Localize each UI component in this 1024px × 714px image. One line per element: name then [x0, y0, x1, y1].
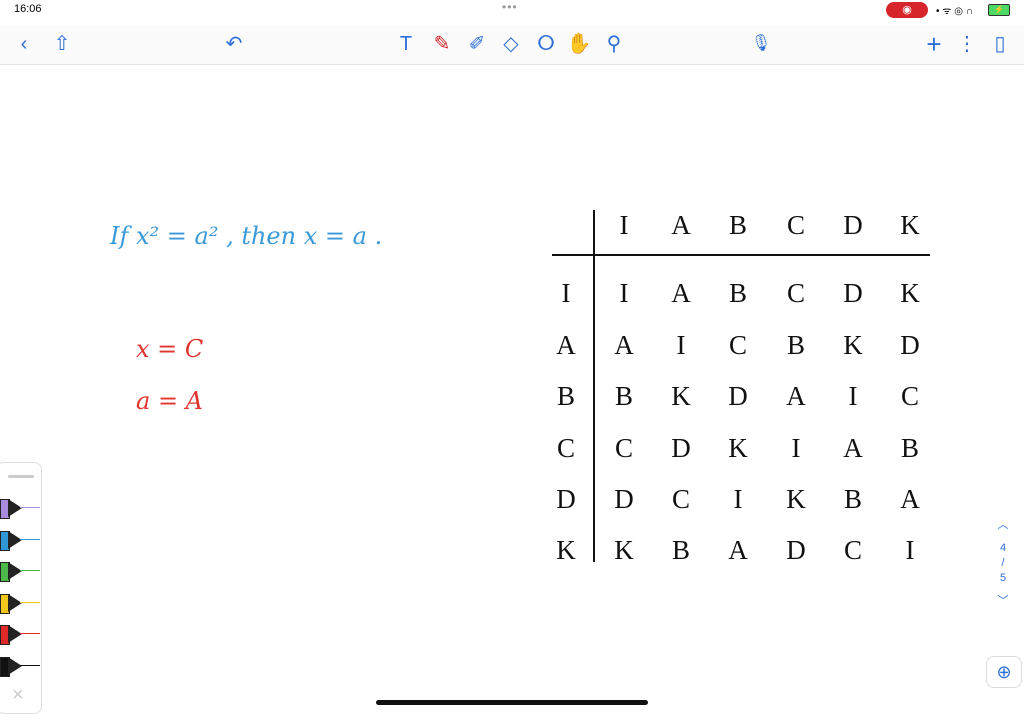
table-cell: A: [900, 484, 920, 514]
zoom-icon[interactable]: ⊕: [986, 656, 1022, 688]
table-cell: B: [671, 535, 690, 565]
page-up-icon[interactable]: ︿: [990, 518, 1016, 533]
page-navigator: ︿ 4 / 5 ﹀: [990, 518, 1016, 609]
pen-tool-icon[interactable]: ✎: [428, 30, 456, 58]
pen-swatch[interactable]: [0, 497, 44, 519]
table-cell: C: [900, 381, 919, 411]
table-cell: A: [728, 535, 748, 565]
clock: 16:06: [14, 3, 42, 15]
table-cell: I: [733, 484, 743, 514]
table-cell: C: [786, 278, 805, 308]
row-header: A: [556, 330, 576, 360]
row-header: D: [556, 484, 576, 514]
row-header: I: [561, 278, 571, 308]
more-icon[interactable]: ⋮: [953, 30, 981, 58]
handwritten-a-equals-a: a = A: [136, 387, 204, 415]
pages-icon[interactable]: ▯: [986, 30, 1014, 58]
table-cell: B: [614, 381, 633, 411]
palette-handle[interactable]: [8, 475, 34, 478]
table-cell: I: [905, 535, 915, 565]
table-cell: A: [614, 330, 634, 360]
table-cell: C: [671, 484, 690, 514]
column-header: D: [843, 210, 863, 240]
table-cell: B: [728, 278, 747, 308]
eraser-icon[interactable]: ◇: [497, 30, 525, 58]
table-cell: D: [843, 278, 863, 308]
table-cell: D: [614, 484, 634, 514]
table-cell: K: [614, 535, 634, 565]
table-cell: K: [671, 381, 691, 411]
column-header: I: [619, 210, 629, 240]
share-icon[interactable]: ⇧: [48, 30, 76, 58]
table-cell: B: [786, 330, 805, 360]
table-cell: D: [900, 330, 920, 360]
multitask-dots[interactable]: •••: [502, 0, 518, 14]
table-cell: D: [786, 535, 806, 565]
home-indicator[interactable]: [376, 700, 648, 705]
table-cell: A: [786, 381, 806, 411]
pen-swatch[interactable]: [0, 560, 44, 582]
table-cell: C: [728, 330, 747, 360]
back-icon[interactable]: ‹: [10, 30, 38, 58]
lasso-icon[interactable]: ⵔ: [532, 30, 560, 58]
system-icons: • ᯤ ◎ ∩: [936, 6, 973, 17]
table-horizontal-line: [552, 254, 930, 256]
total-pages: 5: [999, 572, 1007, 584]
table-cell: K: [728, 433, 748, 463]
microphone-icon[interactable]: 🎙: [747, 30, 775, 58]
pen-swatch[interactable]: [0, 623, 44, 645]
pen-swatch[interactable]: [0, 592, 44, 614]
table-cell: C: [843, 535, 862, 565]
row-header: B: [556, 381, 575, 411]
column-header: A: [671, 210, 691, 240]
table-cell: I: [848, 381, 858, 411]
table-cell: B: [900, 433, 919, 463]
handwritten-statement: If x² = a² , then x = a .: [110, 222, 383, 250]
page-separator: /: [1001, 557, 1005, 569]
table-cell: B: [843, 484, 862, 514]
row-header: K: [556, 535, 576, 565]
table-cell: A: [843, 433, 863, 463]
table-cell: I: [619, 278, 629, 308]
table-cell: K: [843, 330, 863, 360]
table-cell: A: [671, 278, 691, 308]
text-tool-icon[interactable]: T: [392, 30, 420, 58]
undo-icon[interactable]: ↶: [220, 30, 248, 58]
battery-charging-icon: ⚡: [988, 4, 1010, 16]
column-header: B: [728, 210, 747, 240]
table-vertical-line: [593, 210, 595, 562]
hand-icon[interactable]: ✋: [565, 30, 593, 58]
handwritten-x-equals-c: x = C: [136, 335, 204, 363]
record-icon[interactable]: ◉: [886, 2, 928, 18]
laser-pointer-icon[interactable]: ⚲: [600, 30, 628, 58]
table-cell: I: [676, 330, 686, 360]
current-page: 4: [999, 542, 1007, 554]
table-cell: D: [671, 433, 691, 463]
page-down-icon[interactable]: ﹀: [990, 594, 1016, 609]
table-cell: K: [786, 484, 806, 514]
column-header: C: [786, 210, 805, 240]
status-bar: 16:06 ••• ◉ • ᯤ ◎ ∩ ⚡: [0, 0, 1024, 24]
highlighter-icon[interactable]: ✐: [463, 30, 491, 58]
table-cell: I: [791, 433, 801, 463]
table-cell: K: [900, 278, 920, 308]
table-cell: D: [728, 381, 748, 411]
close-palette-icon[interactable]: ×: [12, 684, 24, 707]
pen-swatch[interactable]: [0, 529, 44, 551]
pen-swatch[interactable]: [0, 655, 44, 677]
column-header: K: [900, 210, 920, 240]
row-header: C: [556, 433, 575, 463]
table-cell: C: [614, 433, 633, 463]
add-page-icon[interactable]: +: [920, 30, 948, 58]
